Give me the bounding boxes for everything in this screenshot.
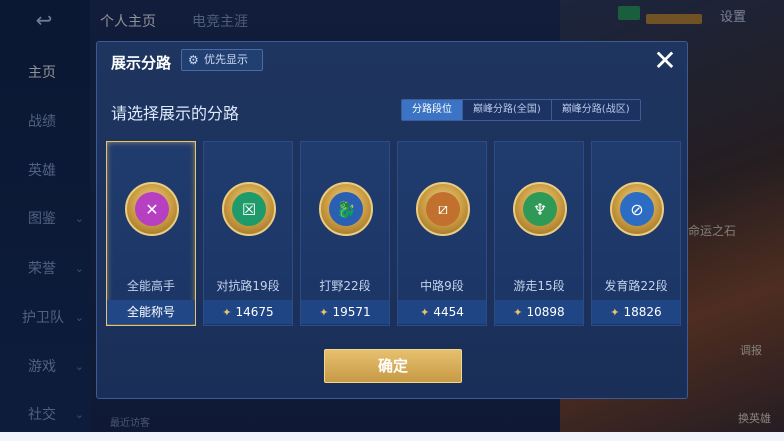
lane-score: ✦ 19571 [301, 300, 389, 324]
score-icon: ✦ [610, 306, 620, 319]
score-icon: ✦ [319, 306, 329, 319]
shield-cross-icon: ☒ [232, 192, 266, 226]
lane-score: ✦ 18826 [592, 300, 680, 324]
priority-display-label: 优先显示 [204, 53, 248, 66]
priority-display-button[interactable]: ⚙ 优先显示 [181, 49, 263, 71]
score-value: 19571 [332, 305, 371, 319]
lane-type-tabs: 分路段位 巅峰分路(全国) 巅峰分路(战区) [401, 99, 641, 121]
dragon-icon: 🐉 [329, 192, 363, 226]
lane-name: 对抗路19段 [216, 279, 280, 293]
emblem-icon: ✕ [125, 182, 179, 236]
dialog-subtitle: 请选择展示的分路 [111, 104, 240, 123]
tab-peak-region[interactable]: 巅峰分路(战区) [551, 100, 640, 120]
lane-cards: ✕ 全能高手 全能称号 ☒ 对抗路19段 ✦ 14675 🐉 打野22段 ✦ 195… [105, 141, 681, 327]
lane-card[interactable]: ✕ 全能高手 全能称号 [106, 141, 196, 326]
target-icon: ⊘ [620, 192, 654, 226]
confirm-button[interactable]: 确定 [324, 349, 462, 383]
crossed-swords-icon: ✕ [135, 192, 169, 226]
score-value: 18826 [623, 305, 662, 319]
display-lane-dialog: 展示分路 ⚙ 优先显示 ✕ 请选择展示的分路 分路段位 巅峰分路(全国) 巅峰分… [96, 41, 688, 399]
lane-footer: 全能称号 [107, 300, 195, 324]
score-value: 14675 [235, 305, 274, 319]
score-value: 4454 [433, 305, 464, 319]
emblem-icon: 🐉 [319, 182, 373, 236]
lane-card[interactable]: ⊘ 发育路22段 ✦ 18826 [591, 141, 681, 326]
lane-name: 打野22段 [319, 279, 371, 293]
close-icon[interactable]: ✕ [649, 46, 681, 78]
lane-card[interactable]: ⧄ 中路9段 ✦ 4454 [397, 141, 487, 326]
lane-card[interactable]: ☒ 对抗路19段 ✦ 14675 [203, 141, 293, 326]
dialog-title: 展示分路 [111, 54, 172, 72]
score-icon: ✦ [513, 306, 523, 319]
lane-score: ✦ 14675 [204, 300, 292, 324]
wings-icon: ♆ [523, 192, 557, 226]
tab-lane-rank[interactable]: 分路段位 [402, 100, 463, 120]
lane-card[interactable]: 🐉 打野22段 ✦ 19571 [300, 141, 390, 326]
lane-card[interactable]: ♆ 游走15段 ✦ 10898 [494, 141, 584, 326]
score-value: 10898 [526, 305, 565, 319]
score-icon: ✦ [222, 306, 232, 319]
slash-icon: ⧄ [426, 192, 460, 226]
emblem-icon: ♆ [513, 182, 567, 236]
score-icon: ✦ [420, 306, 430, 319]
lane-name: 游走15段 [513, 279, 565, 293]
lane-name: 全能高手 [126, 279, 175, 293]
gear-icon: ⚙ [188, 53, 199, 67]
tab-peak-national[interactable]: 巅峰分路(全国) [463, 100, 552, 120]
lane-score: ✦ 10898 [495, 300, 583, 324]
lane-name: 发育路22段 [604, 279, 668, 293]
emblem-icon: ⧄ [416, 182, 470, 236]
lane-name: 中路9段 [420, 279, 464, 293]
emblem-icon: ☒ [222, 182, 276, 236]
bottom-strip [0, 432, 784, 441]
emblem-icon: ⊘ [610, 182, 664, 236]
lane-score: ✦ 4454 [398, 300, 486, 324]
